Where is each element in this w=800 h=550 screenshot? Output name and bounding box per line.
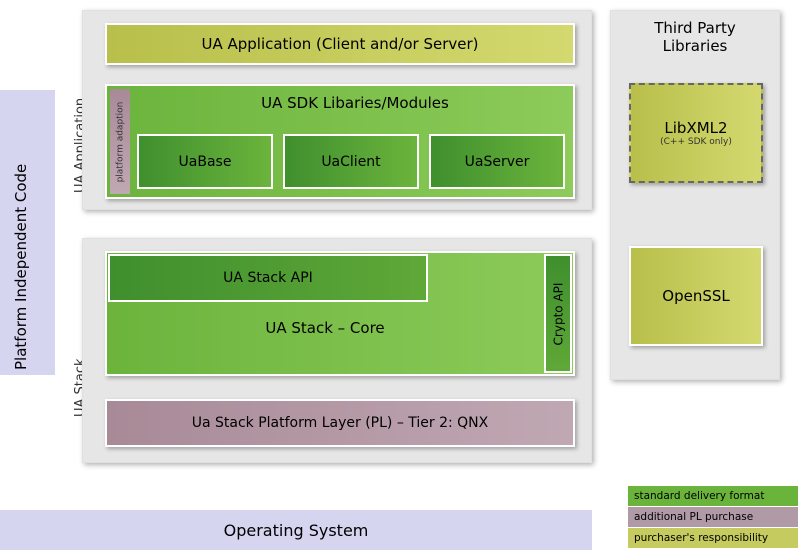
uabase-block: UaBase: [137, 134, 273, 189]
platform-independent-label: Platform Independent Code: [12, 164, 30, 370]
sdk-title: UA SDK Libaries/Modules: [107, 86, 573, 112]
ua-stack-group: UA Stack API Crypto API UA Stack – Core …: [82, 238, 592, 463]
uaclient-block: UaClient: [283, 134, 419, 189]
libxml2-block: LibXML2 (C++ SDK only): [629, 83, 763, 183]
ua-application-group: UA Application (Client and/or Server) pl…: [82, 10, 592, 210]
crypto-api-block: Crypto API: [544, 254, 572, 373]
legend-purchaser: purchaser's responsibility: [628, 528, 798, 548]
openssl-block: OpenSSL: [629, 246, 763, 346]
legend-additional: additional PL purchase: [628, 507, 798, 527]
ua-stack-core-container: UA Stack API Crypto API UA Stack – Core: [105, 251, 575, 376]
ua-stack-api-block: UA Stack API: [108, 254, 428, 302]
ua-sdk-libraries-block: platform adaption UA SDK Libaries/Module…: [105, 84, 575, 199]
uaserver-block: UaServer: [429, 134, 565, 189]
legend: standard delivery format additional PL p…: [628, 485, 798, 548]
sdk-modules-row: UaBase UaClient UaServer: [137, 134, 565, 189]
legend-standard: standard delivery format: [628, 486, 798, 506]
ua-application-block: UA Application (Client and/or Server): [105, 23, 575, 65]
third-party-title: Third Party Libraries: [611, 11, 779, 55]
third-party-group: Third Party Libraries LibXML2 (C++ SDK o…: [610, 10, 780, 380]
platform-layer-block: Ua Stack Platform Layer (PL) – Tier 2: Q…: [105, 399, 575, 447]
operating-system-block: Operating System: [0, 510, 592, 550]
ua-stack-core-label: UA Stack – Core: [105, 319, 545, 337]
platform-adaption-strip: platform adaption: [110, 89, 130, 194]
